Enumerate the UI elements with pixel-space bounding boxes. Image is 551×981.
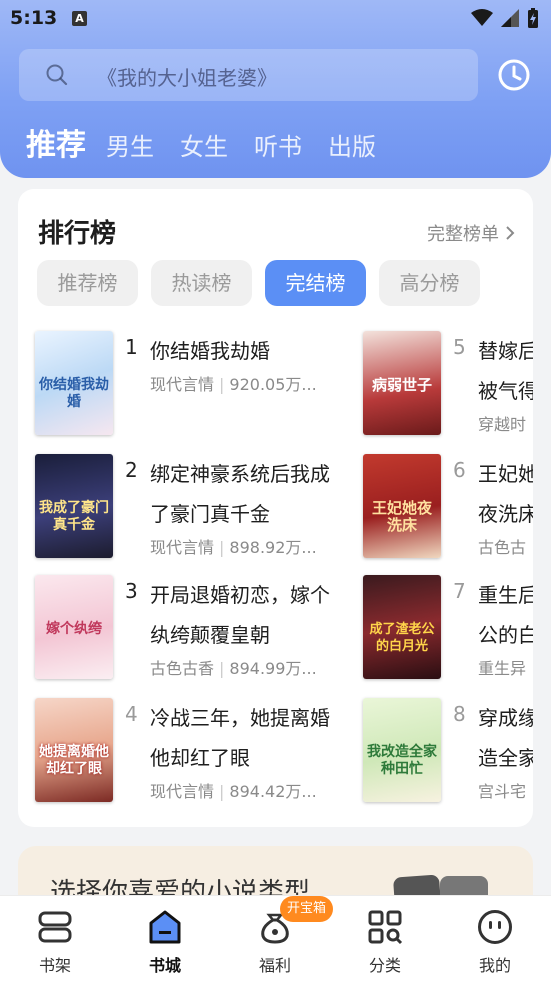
book-meta: 现代言情 | 898.92万...	[150, 538, 317, 557]
full-list-label: 完整榜单	[427, 224, 499, 245]
tab-publish[interactable]: 出版	[328, 127, 376, 162]
book-title: 重生后公的白	[478, 583, 533, 647]
book-title: 开局退婚初恋，嫁个纨绔颠覆皇朝	[150, 583, 330, 647]
tab-female[interactable]: 女生	[180, 127, 228, 162]
nav-profile[interactable]: 我的	[440, 896, 550, 981]
book-genre: 古色古香	[150, 659, 215, 678]
nav-label: 分类	[368, 956, 401, 975]
book-count: 898.92万...	[229, 538, 317, 557]
book-count: 894.42万...	[229, 782, 317, 801]
book-count: 920.05万...	[229, 375, 317, 394]
nav-label: 书架	[38, 956, 71, 975]
search-icon	[46, 64, 68, 86]
top-tabs: 推荐 男生 女生 听书 出版	[26, 120, 402, 164]
tab-finished-list[interactable]: 完结榜	[265, 260, 366, 306]
book-cover: 她提离婚他却红了眼	[35, 698, 113, 802]
book-count: 894.99万...	[229, 659, 317, 678]
rank-number: 6	[453, 458, 466, 482]
rank-number: 1	[125, 335, 138, 359]
book-title: 替嫁后被气得	[478, 339, 533, 403]
category-grid-icon	[368, 910, 403, 945]
bottom-nav: 书架 书城 福利 分类 我的	[0, 895, 551, 981]
status-bar: 5:13 A	[0, 0, 551, 38]
rank-number: 7	[453, 579, 466, 603]
book-genre: 穿越时	[478, 415, 527, 434]
rank-number: 3	[125, 579, 138, 603]
tab-male[interactable]: 男生	[106, 127, 154, 162]
book-cover: 你结婚我劫婚	[35, 331, 113, 435]
book-cover: 病弱世子	[363, 331, 441, 435]
book-item[interactable]: 她提离婚他却红了眼 4 冷战三年，她提离婚他却红了眼 现代言情 | 894.42万.…	[35, 698, 335, 806]
book-cover: 我成了豪门真千金	[35, 454, 113, 558]
book-meta: 古色古香 | 894.99万...	[150, 659, 317, 678]
nav-bookshelf[interactable]: 书架	[0, 896, 110, 981]
book-item[interactable]: 王妃她夜洗床 6 王妃她夜洗床 古色古	[363, 454, 533, 562]
status-time: 5:13	[10, 7, 58, 29]
ranking-tabs: 推荐榜 热读榜 完结榜 高分榜	[37, 260, 480, 306]
status-icons	[471, 8, 539, 28]
ranking-title: 排行榜	[38, 219, 117, 249]
rank-number: 8	[453, 702, 466, 726]
book-title: 王妃她夜洗床	[478, 462, 533, 526]
book-item[interactable]: 我成了豪门真千金 2 绑定神豪系统后我成了豪门真千金 现代言情 | 898.92万.…	[35, 454, 335, 562]
history-clock-icon[interactable]	[497, 58, 531, 92]
bookstore-home-icon	[149, 910, 181, 944]
book-title: 你结婚我劫婚	[150, 339, 270, 363]
book-meta: 现代言情 | 920.05万...	[150, 375, 317, 394]
book-title: 冷战三年，她提离婚他却红了眼	[150, 706, 330, 770]
book-genre: 重生异	[478, 659, 527, 678]
book-item[interactable]: 我改造全家种田忙 8 穿成缘造全家 宫斗宅	[363, 698, 533, 806]
nav-category[interactable]: 分类	[330, 896, 440, 981]
search-bar[interactable]: 《我的大小姐老婆》	[19, 49, 478, 101]
notification-a-icon: A	[72, 11, 87, 26]
book-meta: 现代言情 | 894.42万...	[150, 782, 317, 801]
book-item[interactable]: 你结婚我劫婚 1 你结婚我劫婚 现代言情 | 920.05万...	[35, 331, 335, 439]
tab-audiobook[interactable]: 听书	[254, 127, 302, 162]
rank-number: 5	[453, 335, 466, 359]
book-item[interactable]: 嫁个纨绔 3 开局退婚初恋，嫁个纨绔颠覆皇朝 古色古香 | 894.99万...	[35, 575, 335, 683]
cover-title: 成了渣老公的白月光	[369, 622, 435, 654]
ranking-card: 排行榜 完整榜单 推荐榜 热读榜 完结榜 高分榜 你结婚我劫婚 1 你结婚我劫婚…	[18, 189, 533, 827]
wifi-icon	[471, 9, 493, 26]
book-genre: 现代言情	[150, 782, 215, 801]
full-list-link[interactable]: 完整榜单	[427, 220, 515, 246]
cover-title: 王妃她夜洗床	[371, 499, 432, 534]
book-genre: 古色古	[478, 538, 527, 557]
cover-title: 她提离婚他却红了眼	[39, 744, 109, 777]
book-item[interactable]: 病弱世子 5 替嫁后被气得 穿越时	[363, 331, 533, 439]
book-title: 穿成缘造全家	[478, 706, 533, 770]
bookshelf-icon	[38, 911, 72, 943]
signal-icon	[501, 9, 519, 27]
book-genre: 宫斗宅	[478, 782, 527, 801]
book-cover: 嫁个纨绔	[35, 575, 113, 679]
search-placeholder: 《我的大小姐老婆》	[97, 66, 277, 90]
nav-label: 我的	[478, 956, 511, 975]
nav-label: 福利	[258, 956, 291, 975]
rank-number: 4	[125, 702, 138, 726]
tab-hot-list[interactable]: 热读榜	[151, 260, 252, 306]
nav-bookstore[interactable]: 书城	[110, 896, 220, 981]
profile-face-icon	[478, 910, 512, 944]
tab-recommend-list[interactable]: 推荐榜	[37, 260, 138, 306]
tab-recommend[interactable]: 推荐	[26, 120, 86, 164]
battery-icon	[528, 8, 538, 28]
nav-label: 书城	[148, 956, 181, 975]
treasure-box-badge[interactable]: 开宝箱	[280, 896, 334, 922]
book-title: 绑定神豪系统后我成了豪门真千金	[150, 462, 330, 526]
tab-high-score-list[interactable]: 高分榜	[379, 260, 480, 306]
book-cover: 王妃她夜洗床	[363, 454, 441, 558]
cover-title: 病弱世子	[371, 376, 432, 394]
book-genre: 现代言情	[150, 375, 215, 394]
cover-title: 我成了豪门真千金	[39, 500, 109, 533]
rank-number: 2	[125, 458, 138, 482]
cover-title: 嫁个纨绔	[46, 621, 102, 637]
cover-title: 我改造全家种田忙	[367, 744, 437, 777]
chevron-right-icon	[506, 226, 515, 240]
book-item[interactable]: 成了渣老公的白月光 7 重生后公的白 重生异	[363, 575, 533, 683]
cover-title: 你结婚我劫婚	[39, 377, 109, 410]
book-cover: 我改造全家种田忙	[363, 698, 441, 802]
book-genre: 现代言情	[150, 538, 215, 557]
book-cover: 成了渣老公的白月光	[363, 575, 441, 679]
